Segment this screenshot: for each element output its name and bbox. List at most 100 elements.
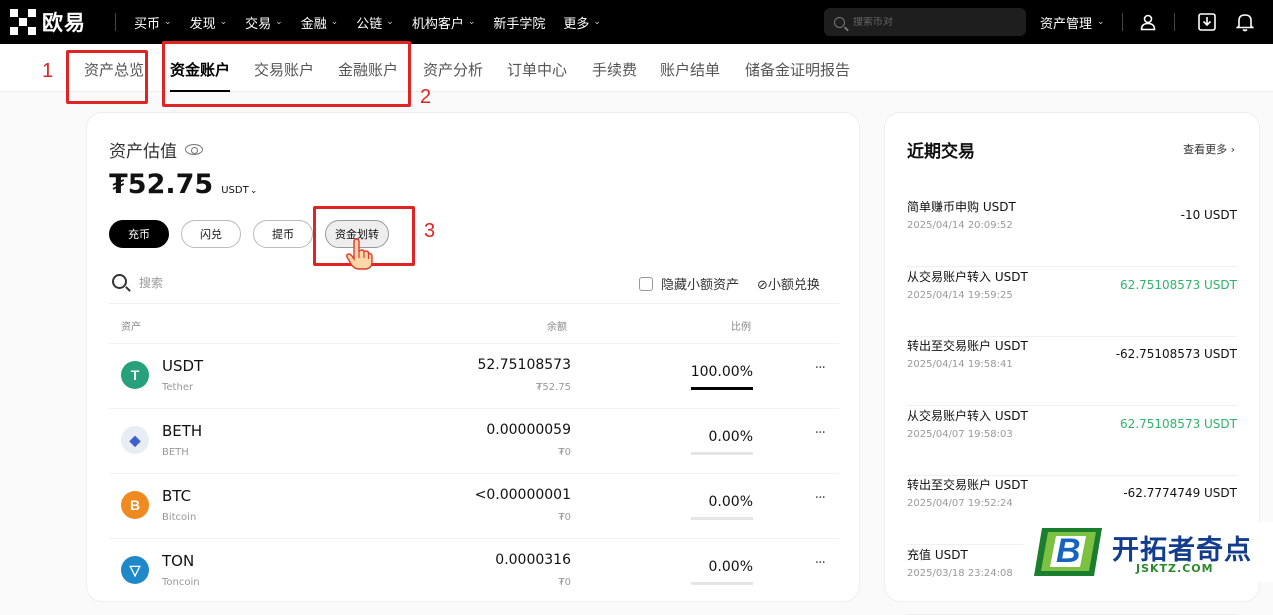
chevron-right-icon: ›	[1230, 143, 1235, 156]
nav-item-label: 更多	[563, 16, 590, 32]
asset-ratio: 0.00%	[708, 559, 753, 575]
divider	[1122, 13, 1123, 31]
small-swap-link[interactable]: ⊘小额兑换	[757, 274, 820, 293]
user-icon[interactable]	[1137, 11, 1159, 33]
coin-btc-icon: B	[121, 491, 149, 519]
transaction-amount: -62.7774749 USDT	[1123, 486, 1237, 500]
hide-small-assets-toggle[interactable]: 隐藏小额资产	[639, 274, 739, 293]
account-tab-8[interactable]: 储备金证明报告	[745, 59, 850, 80]
asset-symbol: BTC	[162, 487, 192, 505]
asset-fiat-value: ₮0	[558, 447, 571, 458]
transaction-amount: -62.75108573 USDT	[1115, 347, 1237, 361]
transaction-name: 简单赚币申购 USDT	[907, 200, 1016, 214]
asset-symbol: TON	[162, 552, 195, 570]
transaction-time: 2025/04/07 19:58:03	[907, 428, 1013, 440]
hide-small-checkbox[interactable]	[639, 276, 653, 291]
transaction-item[interactable]: 从交易账户转入 USDT 2025/04/07 19:58:03 62.751085…	[907, 407, 1237, 476]
coin-beth-icon: ◆	[121, 426, 149, 454]
convert-button[interactable]: 闪兑	[181, 220, 241, 248]
nav-item-3[interactable]: 金融 ⌄	[301, 13, 339, 32]
asset-row[interactable]: T USDT Tether 52.75108573 ₮52.75 100.00% ···	[109, 343, 839, 408]
transaction-time: 2025/04/14 19:58:41	[907, 359, 1013, 370]
coin-ton-icon: ▽	[121, 556, 149, 584]
asset-balance: 0.00000059	[486, 422, 571, 438]
search-box[interactable]	[824, 8, 1026, 36]
nav-item-0[interactable]: 买币 ⌄	[134, 13, 172, 32]
chevron-down-icon: ⌄	[1097, 17, 1105, 27]
more-options-icon[interactable]: ···	[815, 555, 826, 571]
nav-item-6[interactable]: 新手学院	[493, 13, 545, 32]
divider	[1174, 13, 1175, 31]
annotation-box-2	[162, 41, 411, 107]
chevron-down-icon: ⌄	[164, 17, 172, 27]
annotation-number-1: 1	[42, 60, 54, 82]
asset-management-menu[interactable]: 资产管理 ⌄	[1040, 0, 1105, 44]
view-more-link[interactable]: 查看更多 ›	[1183, 141, 1235, 157]
transaction-amount: 62.75108573 USDT	[1120, 416, 1237, 431]
asset-management-label: 资产管理	[1040, 16, 1093, 32]
more-options-icon[interactable]: ···	[815, 360, 826, 376]
okx-logo[interactable]: 欧易	[10, 8, 86, 36]
nav-item-5[interactable]: 机构客户 ⌄	[412, 13, 476, 32]
asset-row[interactable]: ◆ BETH BETH 0.00000059 ₮0 0.00% ···	[109, 408, 839, 473]
coin-glyph: ◆	[129, 431, 141, 448]
asset-search-input[interactable]: 搜索	[139, 274, 163, 291]
more-options-icon[interactable]: ···	[815, 425, 826, 441]
small-swap-label: 小额兑换	[767, 278, 820, 293]
asset-fiat-value: ₮52.75	[536, 382, 571, 393]
currency-label: USDT	[221, 185, 249, 196]
transaction-name: 转出至交易账户 USDT	[907, 339, 1028, 353]
chevron-down-icon: ⌄	[219, 17, 228, 27]
annotation-number-2: 2	[420, 86, 432, 108]
asset-name: BETH	[162, 447, 189, 458]
nav-item-1[interactable]: 发现 ⌄	[190, 13, 228, 32]
bell-icon[interactable]	[1234, 11, 1256, 33]
deposit-button[interactable]: 充币	[109, 220, 169, 248]
asset-ratio: 0.00%	[708, 429, 753, 445]
more-options-icon[interactable]: ···	[815, 490, 826, 506]
total-balance: ₮52.75 USDT ⌄	[109, 169, 257, 200]
account-tab-5[interactable]: 订单中心	[507, 59, 567, 80]
account-tab-6[interactable]: 手续费	[592, 59, 637, 80]
asset-ratio: 100.00%	[690, 364, 753, 380]
annotation-number-3: 3	[424, 220, 436, 242]
nav-item-7[interactable]: 更多 ⌄	[563, 13, 601, 32]
ratio-bar	[691, 582, 753, 585]
asset-symbol: USDT	[162, 357, 204, 375]
currency-selector[interactable]: USDT ⌄	[221, 185, 257, 196]
main-nav: 买币 ⌄ 发现 ⌄ 交易 ⌄ 金融 ⌄ 公链 ⌄ 机构客户 ⌄ 新手学院 更多 ⌄	[134, 0, 619, 44]
asset-row[interactable]: ▽ TON Toncoin 0.0000316 ₮0 0.00% ···	[109, 538, 839, 603]
coin-glyph: ▽	[129, 561, 141, 578]
search-input[interactable]	[853, 16, 1013, 28]
search-icon	[834, 16, 845, 28]
column-header-ratio: 比例	[731, 322, 751, 333]
asset-row[interactable]: B BTC Bitcoin <0.00000001 ₮0 0.00% ···	[109, 473, 839, 538]
transaction-time: 2025/04/14 19:59:25	[907, 289, 1013, 301]
chevron-down-icon: ⌄	[330, 17, 339, 27]
asset-name: Tether	[162, 382, 194, 393]
account-tab-7[interactable]: 账户结单	[660, 59, 720, 80]
download-icon[interactable]	[1196, 11, 1218, 33]
nav-item-2[interactable]: 交易 ⌄	[245, 13, 283, 32]
valuation-label: 资产估值	[109, 142, 177, 162]
asset-ratio: 0.00%	[708, 494, 753, 510]
ratio-bar	[691, 517, 753, 520]
transaction-time: 2025/04/14 20:09:52	[907, 220, 1013, 231]
eye-icon[interactable]	[185, 144, 203, 155]
transaction-name: 转出至交易账户 USDT	[907, 478, 1028, 492]
transaction-item[interactable]: 转出至交易账户 USDT 2025/04/14 19:58:41 -62.75108…	[907, 337, 1237, 406]
withdraw-button[interactable]: 提币	[253, 220, 313, 248]
transaction-time: 2025/03/18 23:24:08	[907, 567, 1013, 579]
transaction-item[interactable]: 简单赚币申购 USDT 2025/04/14 20:09:52 -10 USDT	[907, 198, 1237, 267]
nav-item-label: 新手学院	[493, 16, 546, 32]
watermark: B 开拓者奇点 JSKTZ.COM	[1024, 522, 1273, 582]
nav-item-4[interactable]: 公链 ⌄	[356, 13, 394, 32]
asset-fiat-value: ₮0	[558, 577, 571, 588]
transaction-item[interactable]: 从交易账户转入 USDT 2025/04/14 19:59:25 62.751085…	[907, 268, 1237, 337]
coin-usdt-icon: T	[121, 361, 149, 389]
coin-glyph: B	[129, 497, 141, 513]
hand-cursor-icon	[345, 238, 373, 270]
chevron-down-icon: ⌄	[467, 17, 476, 27]
account-tab-4[interactable]: 资产分析	[423, 59, 483, 80]
asset-name: Toncoin	[162, 577, 200, 588]
